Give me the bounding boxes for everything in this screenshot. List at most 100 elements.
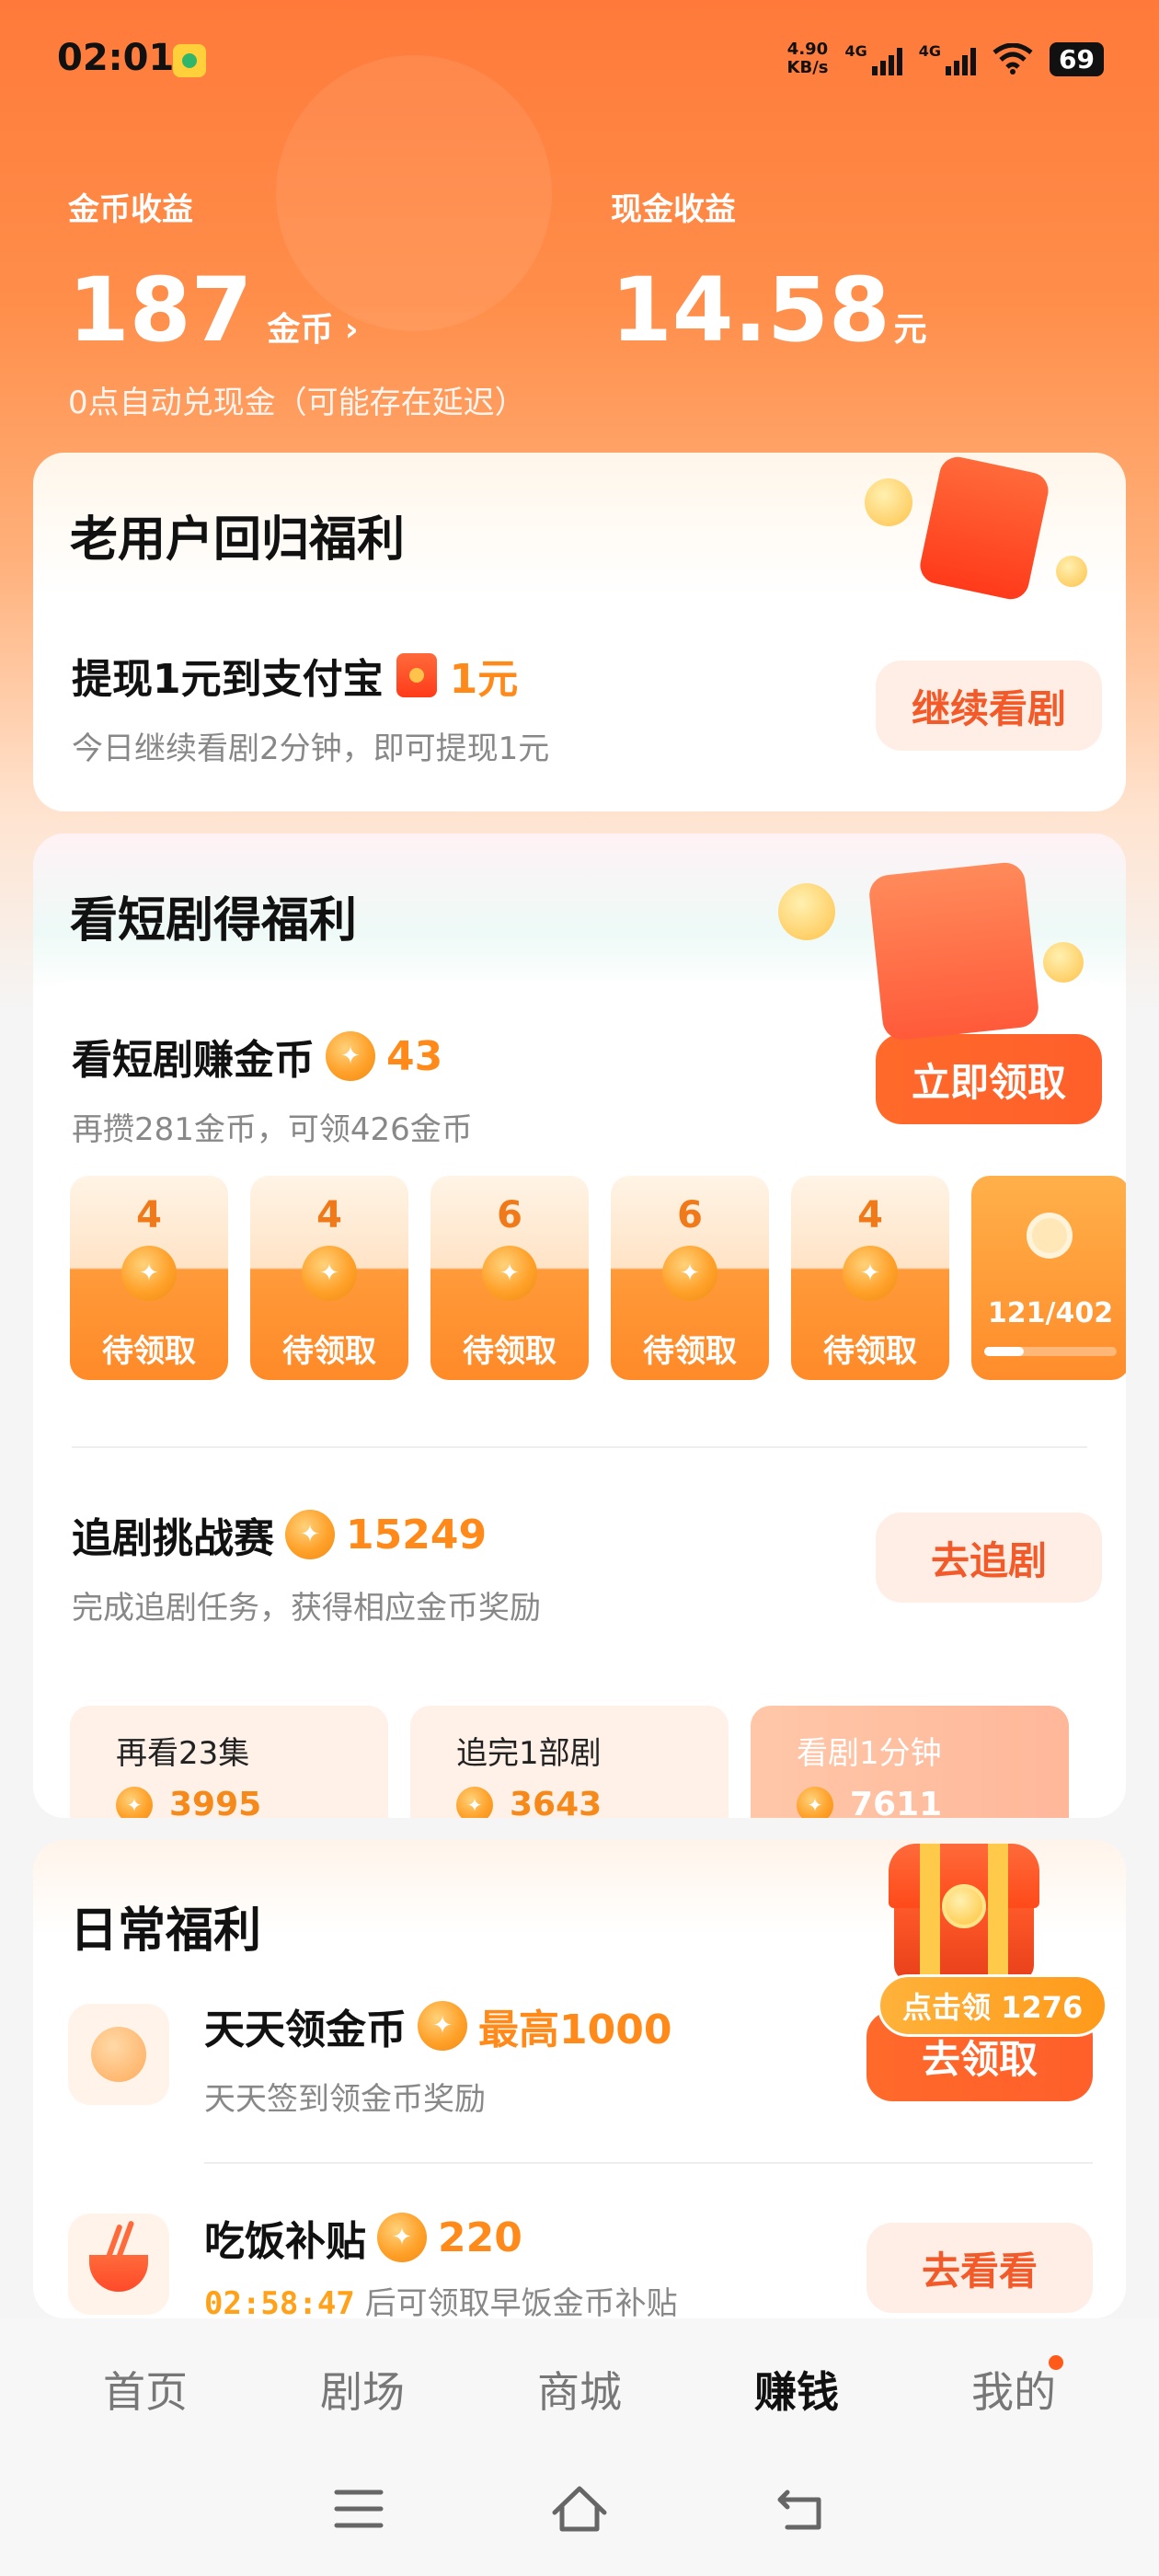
status-time: 02:01 [57,37,175,79]
red-packet-icon [1027,1213,1073,1259]
cash-earnings-label: 现金收益 [611,191,736,228]
tab-theater[interactable]: 剧场 [280,2359,445,2420]
big-reward-progress: 121/402 [987,1297,1114,1329]
cash-earnings-unit: 元 [893,311,927,349]
tab-earn[interactable]: 赚钱 [714,2359,879,2420]
coin-icon [482,1246,537,1301]
withdraw-subtitle: 今日继续看剧2分钟，即可提现1元 [72,730,550,767]
coin-icon [121,1246,177,1301]
task-title: 看剧1分钟 [797,1735,942,1772]
withdraw-row: 提现1元到支付宝 1元 今日继续看剧2分钟，即可提现1元 继续看剧 [42,600,1117,800]
reward-slot[interactable]: 4 待领取 [791,1176,949,1380]
meal-subsidy-amount: 220 [438,2214,522,2261]
slot-label: 待领取 [823,1333,917,1370]
task-title: 再看23集 [116,1735,250,1772]
tab-mine[interactable]: 我的 [931,2355,1096,2420]
menu-icon [334,2490,384,2528]
back-icon [777,2490,821,2530]
signal-label: 4G [844,42,867,60]
task-value: 3643 [510,1786,602,1818]
withdraw-amount: 1元 [449,656,519,703]
coin-icon [843,1246,898,1301]
progress-fill [984,1347,1025,1356]
challenge-task[interactable]: 追完1部剧 3643 [410,1706,729,1818]
slot-value: 4 [136,1194,162,1236]
coin-icon [418,2001,467,2051]
reward-slot[interactable]: 6 待领取 [611,1176,769,1380]
continue-watching-button[interactable]: 继续看剧 [876,661,1102,751]
big-reward-progress-bar [984,1347,1117,1356]
red-packet-icon [396,653,437,697]
treasure-chest-icon[interactable] [889,1844,1039,1982]
reward-slots: 4 待领取 4 待领取 6 待领取 6 待领取 4 待 [70,1176,1126,1380]
watch-drama-button[interactable]: 去追剧 [876,1512,1102,1603]
tab-mine-label: 我的 [971,2367,1056,2417]
meal-subsidy-subtitle: 后可领取早饭金币补贴 [364,2285,678,2318]
bottom-tab-bar: 首页 剧场 商城 赚钱 我的 [0,2318,1159,2576]
earn-coins-subtitle: 再攒281金币，可领426金币 [72,1111,473,1148]
challenge-coins: 15249 [346,1511,488,1558]
meal-subsidy-title: 吃饭补贴 [204,2218,366,2265]
meal-countdown: 02:58:47 [204,2285,355,2318]
wifi-icon [993,43,1033,75]
coin-decoration-icon [778,883,835,940]
coin-icon [326,1031,375,1081]
coin-earnings-label: 金币收益 [68,191,193,228]
cash-earnings-value: 14.58 [611,259,890,362]
short-drama-title: 看短剧得福利 [70,893,358,949]
reward-slot[interactable]: 4 待领取 [250,1176,408,1380]
cash-earnings[interactable]: 现金收益 14.58 元 [611,184,927,354]
coin-decoration-icon [865,478,912,526]
exchange-note: 0点自动兑现金（可能存在延迟） [68,385,526,421]
home-nav-button[interactable] [547,2477,612,2541]
withdraw-title: 提现1元到支付宝 [72,656,384,703]
home-icon [552,2486,607,2532]
slot-value: 6 [497,1194,522,1236]
status-icons: 4.90 KB/s 4G 4G 69 [787,40,1104,77]
task-value: 3995 [169,1786,262,1818]
chest-claim-bubble[interactable]: 点击领 1276 [878,1974,1108,2037]
claim-now-button[interactable]: 立即领取 [876,1034,1102,1124]
big-reward-slot[interactable]: 121/402 [971,1176,1126,1380]
app-notification-icon [173,44,206,77]
speed-unit: KB/s [786,58,829,77]
reward-slot[interactable]: 6 待领取 [430,1176,589,1380]
slot-value: 4 [316,1194,342,1236]
daily-coin-amount: 最高1000 [478,2007,672,2053]
signal-label: 4G [918,42,942,60]
slot-value: 4 [857,1194,883,1236]
tab-home[interactable]: 首页 [63,2359,228,2420]
view-meal-button[interactable]: 去看看 [866,2223,1093,2313]
earn-coins-title: 看短剧赚金币 [72,1037,315,1084]
reward-slot[interactable]: 4 待领取 [70,1176,228,1380]
slot-label: 待领取 [102,1333,196,1370]
status-bar: 02:01 4.90 KB/s 4G 4G 69 [0,0,1159,120]
coin-icon [116,1786,153,1818]
system-nav [0,2477,1159,2541]
coin-earnings-value: 187 [68,259,253,362]
battery-icon: 69 [1050,41,1104,76]
coin-earnings[interactable]: 金币收益 187 金币 › [68,184,359,354]
slot-label: 待领取 [282,1333,376,1370]
signal-icon: 4G [845,42,902,75]
task-value: 7611 [850,1786,943,1818]
signal-icon: 4G [918,42,977,75]
coin-earnings-unit[interactable]: 金币 › [267,303,358,351]
coin-decoration-icon [1056,556,1087,587]
speed-value: 4.90 [786,40,829,59]
coin-icon [302,1246,357,1301]
challenge-task[interactable]: 看剧1分钟 7611 [751,1706,1069,1818]
tab-mall[interactable]: 商城 [497,2359,662,2420]
slot-value: 6 [677,1194,703,1236]
daily-benefits-title: 日常福利 [70,1903,262,1959]
daily-coin-subtitle: 天天签到领金币奖励 [204,2081,486,2118]
challenge-title: 追剧挑战赛 [72,1515,274,1562]
back-nav-button[interactable] [768,2477,832,2541]
coin-decoration-icon [1043,942,1084,983]
menu-nav-button[interactable] [327,2477,391,2541]
challenge-task[interactable]: 再看23集 3995 [70,1706,388,1818]
coin-icon [285,1510,335,1559]
task-title: 追完1部剧 [456,1735,602,1772]
coin-icon [797,1786,833,1818]
challenge-subtitle: 完成追剧任务，获得相应金币奖励 [72,1590,541,1627]
